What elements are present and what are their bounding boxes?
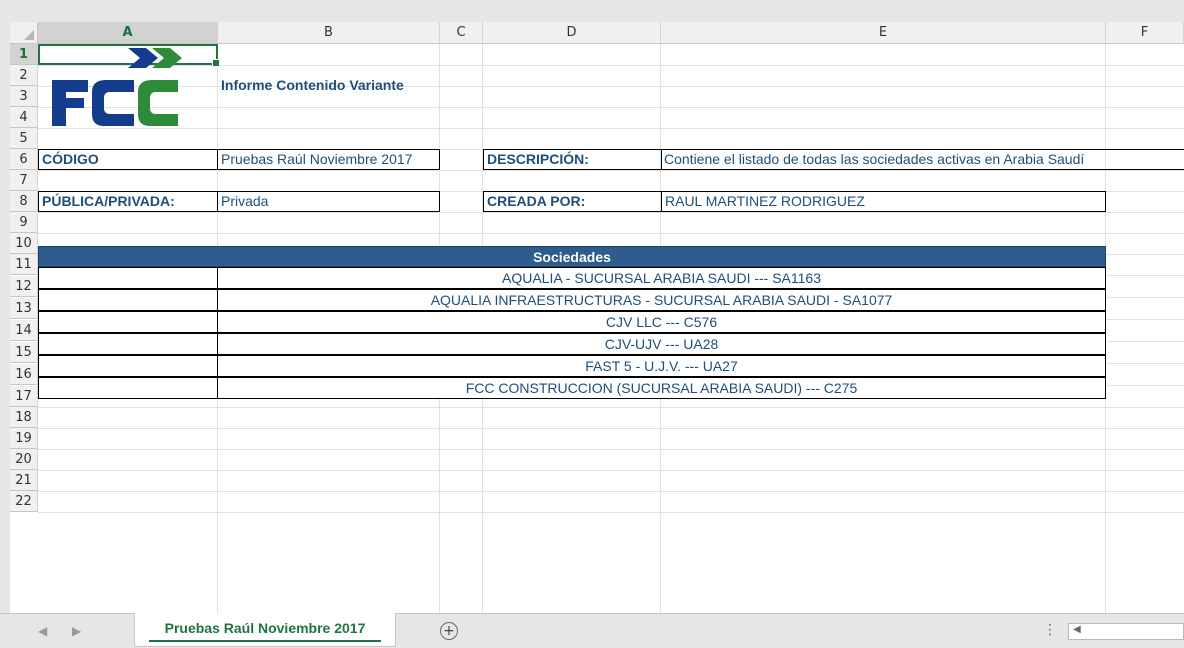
row-header-1[interactable]: 1 bbox=[10, 44, 38, 65]
sociedad-item[interactable]: CJV LLC --- C576 bbox=[217, 311, 1106, 333]
row-header-18[interactable]: 18 bbox=[10, 407, 38, 428]
row-header-6[interactable]: 6 bbox=[10, 149, 38, 170]
sheet-tab-bar: ◀ ▶ Pruebas Raúl Noviembre 2017 + ⋮ ◀ bbox=[0, 613, 1184, 648]
select-all-corner[interactable] bbox=[10, 22, 38, 44]
more-options-icon[interactable]: ⋮ bbox=[1043, 622, 1057, 638]
row-header-22[interactable]: 22 bbox=[10, 491, 38, 512]
row-header-7[interactable]: 7 bbox=[10, 170, 38, 191]
sociedad-item[interactable]: FCC CONSTRUCCION (SUCURSAL ARABIA SAUDI)… bbox=[217, 377, 1106, 399]
fcc-logo bbox=[52, 48, 182, 126]
row-header-3[interactable]: 3 bbox=[10, 86, 38, 107]
row-header-17[interactable]: 17 bbox=[10, 386, 38, 407]
column-header-f[interactable]: F bbox=[1106, 22, 1184, 44]
row-header-12[interactable]: 12 bbox=[10, 276, 38, 297]
publica-value[interactable]: Privada bbox=[217, 191, 440, 212]
column-header-e[interactable]: E bbox=[661, 22, 1106, 44]
sociedad-row-blank-cell[interactable] bbox=[38, 355, 218, 377]
row-header-5[interactable]: 5 bbox=[10, 128, 38, 149]
sheet-tab-active[interactable]: Pruebas Raúl Noviembre 2017 bbox=[134, 613, 396, 647]
row-header-15[interactable]: 15 bbox=[10, 342, 38, 363]
row-header-19[interactable]: 19 bbox=[10, 428, 38, 449]
row-header-9[interactable]: 9 bbox=[10, 212, 38, 233]
scroll-tabs-right-icon[interactable]: ▶ bbox=[72, 624, 81, 638]
sociedad-item[interactable]: FAST 5 - U.J.V. --- UA27 bbox=[217, 355, 1106, 377]
sociedades-header: Sociedades bbox=[38, 246, 1106, 267]
scroll-left-icon[interactable]: ◀ bbox=[1073, 624, 1081, 635]
sociedad-item[interactable]: AQUALIA INFRAESTRUCTURAS - SUCURSAL ARAB… bbox=[217, 289, 1106, 311]
codigo-value[interactable]: Pruebas Raúl Noviembre 2017 bbox=[217, 149, 440, 170]
sociedad-item[interactable]: AQUALIA - SUCURSAL ARABIA SAUDI --- SA11… bbox=[217, 267, 1106, 289]
row-header-2[interactable]: 2 bbox=[10, 65, 38, 86]
report-title: Informe Contenido Variante bbox=[221, 77, 404, 93]
spreadsheet-grid[interactable]: A B C D E F 1 2 3 4 5 6 7 8 9 10 11 12 13 14 15 16 17 18 1… bbox=[10, 22, 1184, 613]
row-header-10[interactable]: 10 bbox=[10, 233, 38, 254]
row-header-16[interactable]: 16 bbox=[10, 364, 38, 385]
column-header-a[interactable]: A bbox=[38, 22, 218, 44]
sociedad-row-blank-cell[interactable] bbox=[38, 311, 218, 333]
row-header-8[interactable]: 8 bbox=[10, 191, 38, 212]
descripcion-value[interactable]: Contiene el listado de todas las socieda… bbox=[661, 149, 1184, 170]
horizontal-scrollbar[interactable]: ◀ bbox=[1068, 623, 1184, 640]
sociedad-row-blank-cell[interactable] bbox=[38, 289, 218, 311]
plus-circle-icon[interactable]: + bbox=[440, 622, 458, 640]
row-header-20[interactable]: 20 bbox=[10, 449, 38, 470]
scroll-tabs-left-icon[interactable]: ◀ bbox=[38, 624, 47, 638]
row-header-21[interactable]: 21 bbox=[10, 470, 38, 491]
sociedad-row-blank-cell[interactable] bbox=[38, 377, 218, 399]
creada-value[interactable]: RAUL MARTINEZ RODRIGUEZ bbox=[661, 191, 1106, 212]
column-header-d[interactable]: D bbox=[483, 22, 661, 44]
row-header-13[interactable]: 13 bbox=[10, 298, 38, 319]
row-header-14[interactable]: 14 bbox=[10, 320, 38, 341]
sociedad-item[interactable]: CJV-UJV --- UA28 bbox=[217, 333, 1106, 355]
creada-label: CREADA POR: bbox=[483, 191, 662, 212]
column-header-c[interactable]: C bbox=[440, 22, 483, 44]
sociedad-row-blank-cell[interactable] bbox=[38, 267, 218, 289]
sociedad-row-blank-cell[interactable] bbox=[38, 333, 218, 355]
codigo-label: CÓDIGO bbox=[38, 149, 218, 170]
row-header-4[interactable]: 4 bbox=[10, 107, 38, 128]
row-header-11[interactable]: 11 bbox=[10, 254, 38, 275]
column-header-b[interactable]: B bbox=[218, 22, 440, 44]
descripcion-label: DESCRIPCIÓN: bbox=[483, 149, 662, 170]
publica-label: PÚBLICA/PRIVADA: bbox=[38, 191, 218, 212]
